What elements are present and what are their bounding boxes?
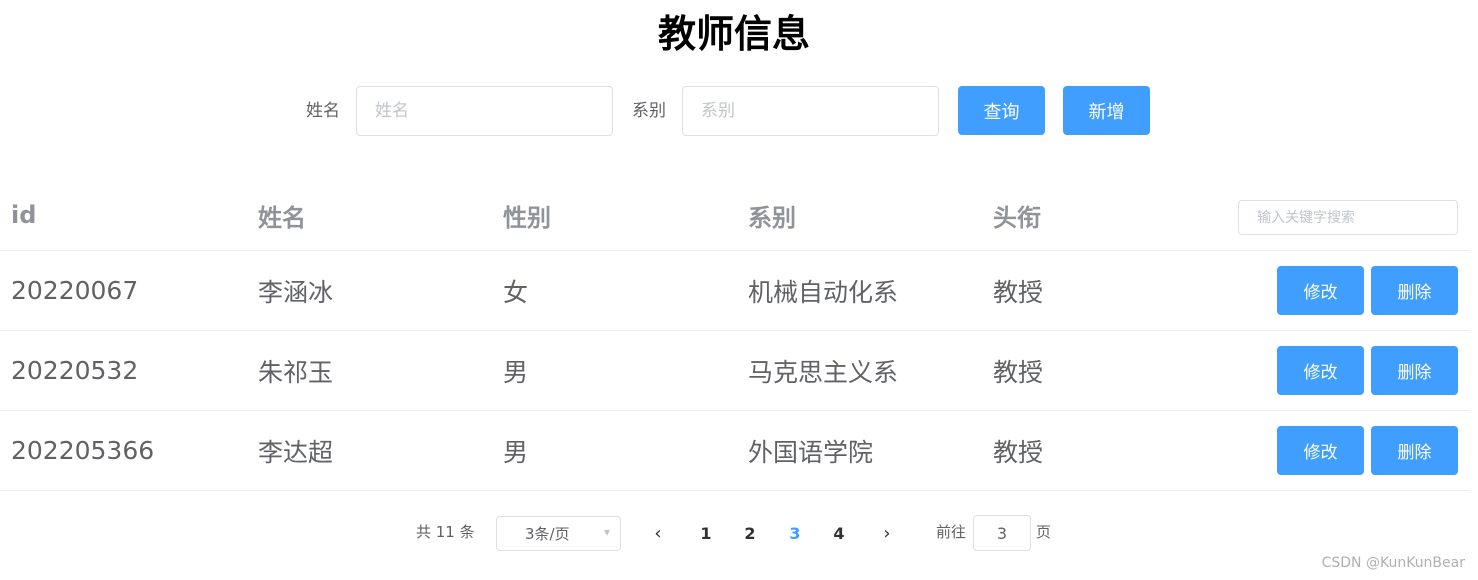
page-number-3[interactable]: 3: [781, 516, 809, 550]
teacher-table: id 姓名 性别 系别 头衔 20220067 李涵冰 女 机械自动化系 教授 …: [0, 180, 1470, 491]
cell-gender: 女: [503, 277, 529, 307]
page-number-4[interactable]: 4: [825, 516, 853, 550]
cell-dept: 机械自动化系: [748, 277, 899, 307]
header-name: 姓名: [258, 203, 306, 232]
page-number-1[interactable]: 1: [692, 516, 720, 550]
cell-title: 教授: [993, 437, 1044, 467]
cell-dept: 马克思主义系: [748, 357, 899, 387]
page-size-value: 3条/页: [525, 525, 570, 543]
total-count: 共 11 条: [416, 523, 475, 541]
cell-name: 朱祁玉: [258, 357, 334, 387]
cell-title: 教授: [993, 277, 1044, 307]
delete-button[interactable]: 删除: [1371, 346, 1458, 395]
delete-button[interactable]: 删除: [1371, 266, 1458, 315]
chevron-down-icon: ▾: [603, 525, 610, 539]
dept-search-input[interactable]: [682, 86, 939, 136]
next-page-chevron-right-icon[interactable]: ›: [875, 516, 899, 550]
header-id: id: [11, 201, 37, 229]
cell-gender: 男: [503, 437, 529, 467]
edit-button[interactable]: 修改: [1277, 346, 1364, 395]
name-label: 姓名: [306, 101, 340, 121]
page-title: 教师信息: [657, 12, 810, 56]
keyword-search-input[interactable]: [1238, 200, 1458, 235]
header-gender: 性别: [503, 203, 551, 232]
cell-gender: 男: [503, 357, 529, 387]
table-row: 202205366 李达超 男 外国语学院 教授 修改 删除: [0, 411, 1470, 491]
delete-button[interactable]: 删除: [1371, 426, 1458, 475]
table-row: 20220532 朱祁玉 男 马克思主义系 教授 修改 删除: [0, 331, 1470, 411]
dept-label: 系别: [632, 101, 666, 121]
header-title: 头衔: [993, 203, 1041, 232]
table-row: 20220067 李涵冰 女 机械自动化系 教授 修改 删除: [0, 251, 1470, 331]
cell-dept: 外国语学院: [748, 437, 874, 467]
goto-page-input[interactable]: [973, 515, 1031, 551]
teacher-info-page: 教师信息 姓名 系别 查询 新增 id 姓名 性别 系别 头衔 20220067…: [0, 0, 1478, 580]
page-suffix: 页: [1036, 523, 1052, 541]
page-number-2[interactable]: 2: [736, 516, 764, 550]
header-dept: 系别: [748, 203, 796, 232]
table-header: id 姓名 性别 系别 头衔: [0, 180, 1470, 251]
edit-button[interactable]: 修改: [1277, 266, 1364, 315]
cell-name: 李涵冰: [258, 277, 334, 307]
search-bar: 姓名 系别 查询 新增: [0, 86, 1478, 136]
cell-id: 202205366: [11, 436, 155, 465]
edit-button[interactable]: 修改: [1277, 426, 1364, 475]
prev-page-chevron-left-icon[interactable]: ‹: [646, 516, 670, 550]
cell-id: 20220067: [11, 276, 139, 305]
watermark: CSDN @KunKunBear: [1321, 555, 1465, 571]
name-search-input[interactable]: [356, 86, 613, 136]
page-size-select[interactable]: 3条/页 ▾: [496, 516, 621, 551]
cell-id: 20220532: [11, 356, 139, 385]
cell-title: 教授: [993, 357, 1044, 387]
query-button[interactable]: 查询: [958, 86, 1045, 135]
pagination: 共 11 条 3条/页 ▾ ‹ 1 2 3 4 › 前往 页: [0, 514, 1478, 552]
add-button[interactable]: 新增: [1063, 86, 1150, 135]
cell-name: 李达超: [258, 437, 334, 467]
goto-label: 前往: [936, 523, 967, 541]
